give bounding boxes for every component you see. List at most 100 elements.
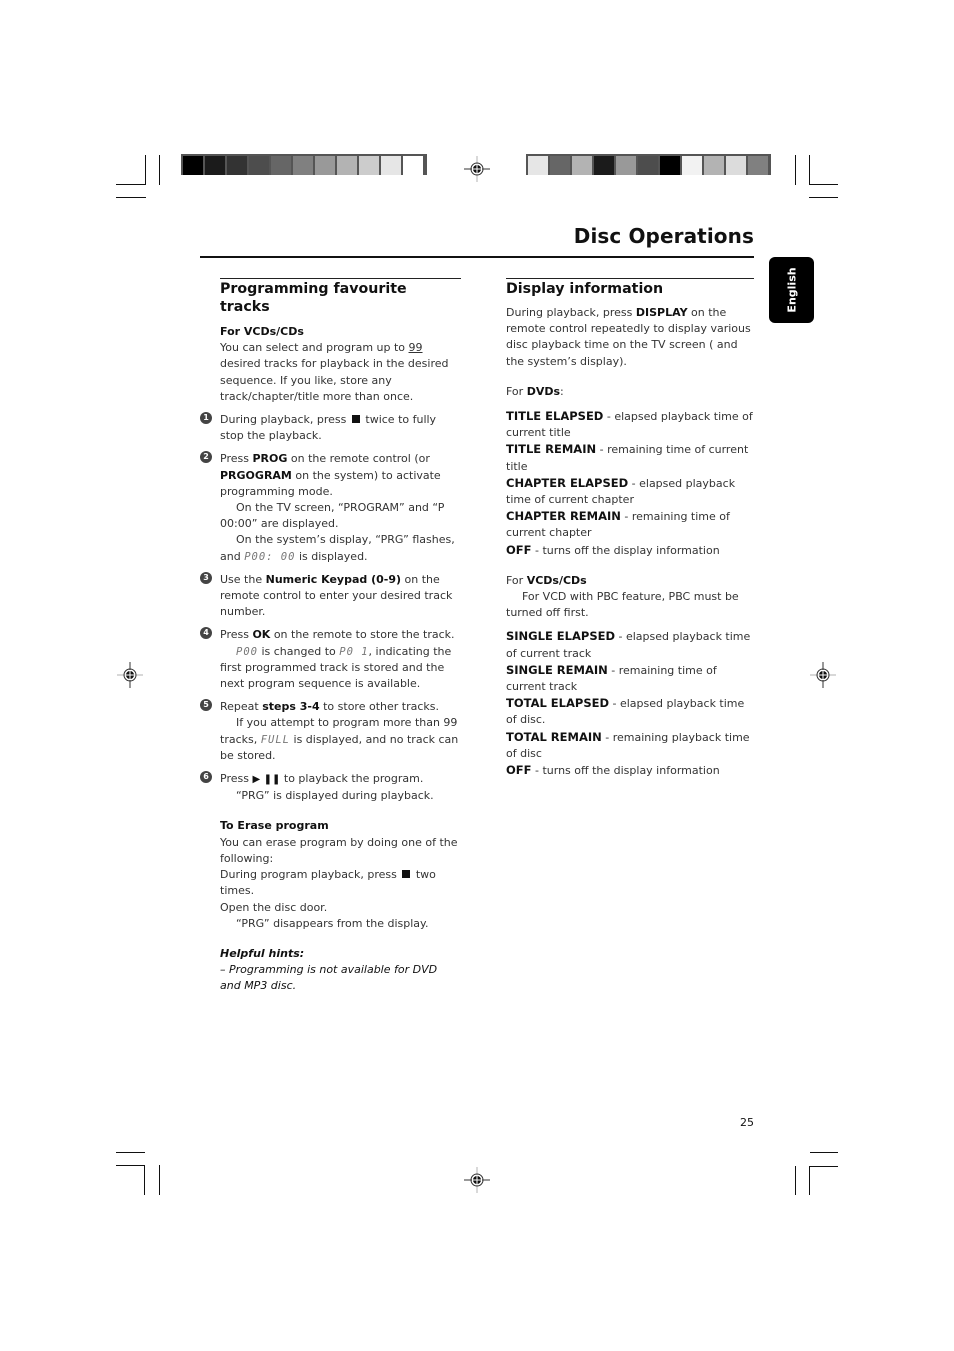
display-mode-item: SINGLE REMAIN - remaining time of curren… [506,662,754,695]
color-swatch [359,156,379,175]
erase-text: Open the disc door. [220,900,328,914]
step-3: 3 Use the Numeric Keypad (0-9) on the re… [200,571,461,621]
color-swatch [227,156,247,175]
text: For [506,573,527,587]
registration-mark-icon [464,1167,490,1193]
color-calibration-bar-left [181,154,427,175]
text: You can select and program up to [220,341,409,355]
display-mode-term: SINGLE REMAIN [506,662,608,677]
color-swatch [660,156,680,175]
color-swatch [293,156,313,175]
display-mode-item: CHAPTER ELAPSED - elapsed playback time … [506,475,754,508]
color-swatch [337,156,357,175]
display-mode-description: - turns off the display information [531,543,720,557]
step-number: 4 [200,627,212,640]
display-mode-item: TITLE REMAIN - remaining time of current… [506,441,754,474]
color-swatch [183,156,203,175]
language-tab: English [769,257,814,323]
dvd-display-modes: TITLE ELAPSED - elapsed playback time of… [506,408,754,559]
color-swatch [572,156,592,175]
crop-mark [116,1152,145,1153]
color-swatch [638,156,658,175]
text: Use the [220,572,266,586]
color-swatch [205,156,225,175]
button-name: Numeric Keypad (0-9) [265,572,402,586]
step-number: 3 [200,571,212,584]
text: Press [220,628,253,642]
color-swatch [594,156,614,175]
color-swatch [704,156,724,175]
display-mode-term: OFF [506,542,532,557]
text: Press [220,452,253,466]
max-tracks-value: 99 [408,341,423,355]
lcd-display-text: P0 1 [339,645,369,658]
text: Press [220,772,253,786]
registration-mark-icon [117,662,143,688]
text: to store other tracks. [319,700,439,714]
erase-heading: To Erase program [220,819,329,833]
section-heading: Programming favourite tracks [220,281,407,315]
text: is changed to [257,644,340,658]
play-pause-icon: ▶ ❚❚ [252,774,281,786]
crop-mark [116,197,146,198]
crop-mark [809,197,838,198]
text: on the remote control (or [287,452,430,466]
display-mode-term: CHAPTER REMAIN [506,509,621,524]
text: On the TV screen, “PROGRAM” and “P 00:00… [220,501,445,531]
crop-mark [144,1165,145,1195]
crop-mark [809,1166,838,1167]
button-name: DISPLAY [635,306,688,319]
subheading: For VCDs/CDs [220,325,304,338]
text: desired tracks for playback in the desir… [220,357,449,403]
vcd-display-modes: SINGLE ELAPSED - elapsed playback time o… [506,628,754,779]
crop-mark [145,155,146,185]
display-mode-item: CHAPTER REMAIN - remaining time of curre… [506,508,754,541]
text: to playback the program. [280,772,424,786]
dvd-label: For DVDs: [506,384,754,400]
page-number: 25 [740,1116,754,1129]
erase-text: You can erase program by doing one of th… [220,835,458,865]
color-swatch [403,156,423,175]
erase-note: “PRG” disappears from the display. [236,916,429,930]
crop-mark [795,1166,796,1195]
display-mode-item: TITLE ELAPSED - elapsed playback time of… [506,408,754,441]
display-mode-term: TITLE REMAIN [506,442,597,457]
vcd-note: For VCD with PBC feature, PBC must be tu… [506,590,739,620]
step-note: On the TV screen, “PROGRAM” and “P 00:00… [220,500,461,532]
color-swatch [748,156,768,175]
intro-text: During playback, press DISPLAY on the re… [506,305,754,370]
language-tab-label: English [785,267,798,313]
button-name: PRGOGRAM [220,468,292,482]
section-rule [506,278,754,279]
color-swatch [550,156,570,175]
crop-mark [795,155,796,185]
text: For [506,384,527,398]
stop-icon [351,415,360,424]
color-swatch [682,156,702,175]
text: During program playback, press [220,868,401,882]
text: During playback, press [220,413,350,427]
button-name: PROG [252,452,288,466]
bold-text: VCDs/CDs [526,573,587,587]
crop-mark [116,184,146,185]
display-mode-term: SINGLE ELAPSED [506,629,616,644]
display-mode-item: TOTAL ELAPSED - elapsed playback time of… [506,695,754,728]
color-swatch [315,156,335,175]
page-title: Disc Operations [573,224,754,248]
erase-text: During program playback, press two times… [220,867,461,899]
intro-text: You can select and program up to 99 desi… [220,340,461,405]
step-number: 6 [200,771,212,784]
button-name: OK [252,628,271,642]
step-1: 1 During playback, press twice to fully … [200,412,461,444]
title-rule [200,256,754,258]
text: Repeat [220,700,263,714]
lcd-display-text: FULL [260,733,291,746]
section-rule [220,278,461,279]
bold-text: DVDs [526,384,561,398]
color-swatch [616,156,636,175]
hints-heading: Helpful hints: [220,946,305,960]
text: During playback, press [506,306,636,319]
bold-text: steps 3-4 [262,700,320,714]
step-note: On the system’s display, “PRG” flashes, … [220,532,461,564]
step-5: 5 Repeat steps 3-4 to store other tracks… [200,699,461,764]
